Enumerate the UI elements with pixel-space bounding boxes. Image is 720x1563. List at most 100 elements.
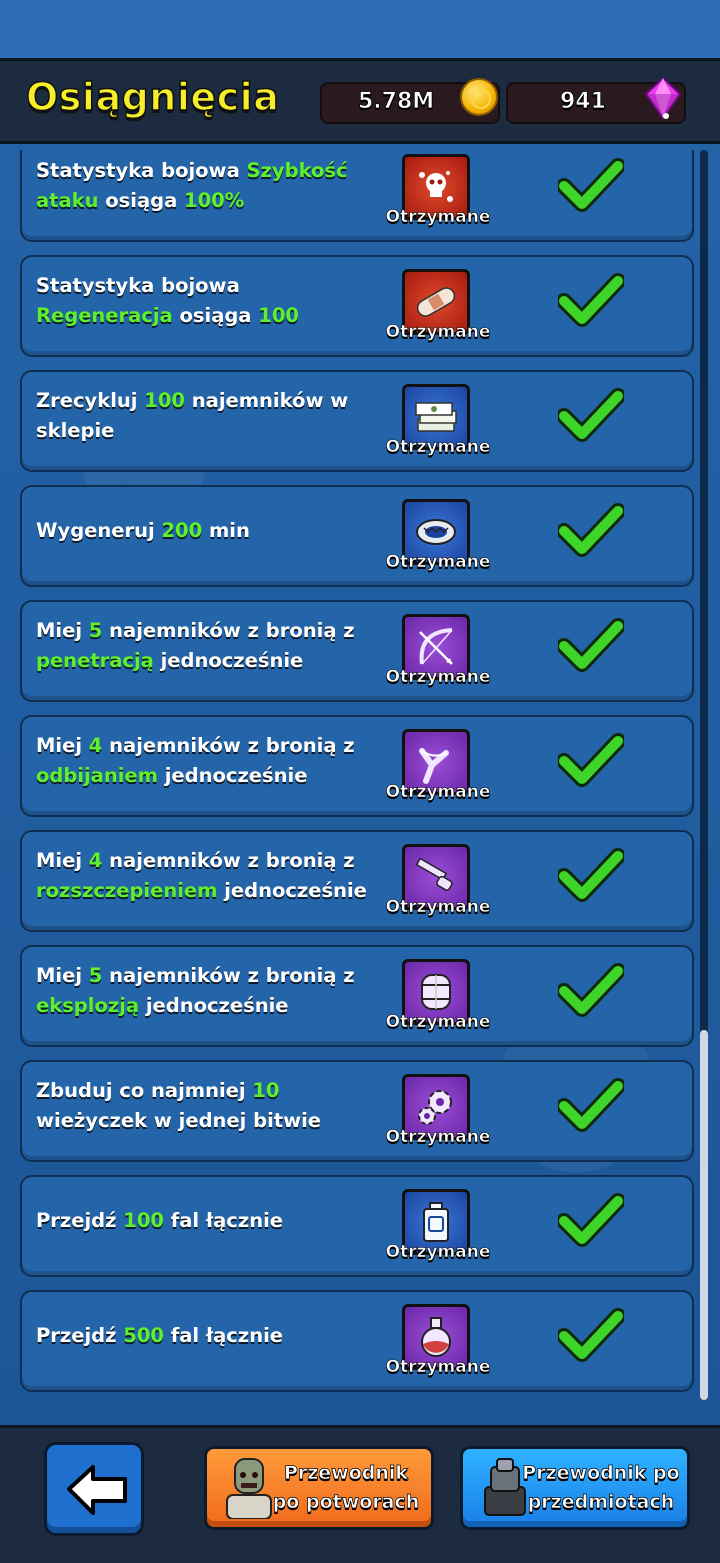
achievement-row[interactable]: Miej 4 najemników z bronią z rozszczepie… (20, 830, 694, 932)
highlight-text: 100% (184, 189, 245, 212)
description-text: najemników z bronią z (102, 849, 355, 872)
status-label: Otrzymane (385, 322, 491, 343)
status-label: Otrzymane (385, 1242, 491, 1263)
description-text: jednocześnie (139, 994, 289, 1017)
status-label: Otrzymane (385, 1127, 491, 1148)
description-text: Miej (36, 619, 89, 642)
description-text: fal łącznie (163, 1324, 283, 1347)
achievement-row[interactable]: Statystyka bojowa Szybkość ataku osiąga … (20, 150, 694, 242)
highlight-text: 4 (88, 849, 103, 872)
checkmark-icon (556, 731, 626, 787)
achievement-description: Przejdź 500 fal łącznie (36, 1321, 376, 1351)
status-label: Otrzymane (385, 437, 491, 458)
achievement-list[interactable]: Statystyka bojowa Szybkość ataku osiąga … (20, 150, 696, 1400)
status-label: Otrzymane (385, 667, 491, 688)
achievement-description: Statystyka bojowa Szybkość ataku osiąga … (36, 156, 376, 216)
achievement-row[interactable]: Miej 4 najemników z bronią z odbijaniem … (20, 715, 694, 817)
achievement-description: Zbuduj co najmniej 10 wieżyczek w jednej… (36, 1076, 376, 1136)
checkmark-icon (556, 1076, 626, 1132)
highlight-text: Regeneracja (36, 304, 173, 327)
description-text: Miej (36, 964, 89, 987)
description-text: Zrecykluj (36, 389, 145, 412)
checkmark-icon (556, 1191, 626, 1247)
highlight-text: eksplozją (36, 994, 140, 1017)
back-button[interactable] (44, 1442, 144, 1536)
checkmark-icon (556, 386, 626, 442)
description-text: Statystyka bojowa (36, 274, 240, 297)
description-text: fal łącznie (163, 1209, 283, 1232)
highlight-text: odbijaniem (36, 764, 158, 787)
highlight-text: 5 (88, 964, 103, 987)
header-bar: Osiągnięcia 5.78M 941 (0, 58, 720, 144)
status-label: Otrzymane (385, 897, 491, 918)
description-text: najemników z bronią z (102, 619, 355, 642)
highlight-text: 100 (123, 1209, 164, 1232)
achievement-description: Miej 4 najemników z bronią z rozszczepie… (36, 846, 376, 906)
highlight-text: penetracją (36, 649, 154, 672)
highlight-text: 500 (123, 1324, 164, 1347)
achievement-description: Przejdź 100 fal łącznie (36, 1206, 376, 1236)
achievement-description: Zrecykluj 100 najemników w sklepie (36, 386, 376, 446)
description-text: Statystyka bojowa (36, 159, 247, 182)
status-label: Otrzymane (385, 1357, 491, 1378)
description-text: najemników z bronią z (102, 964, 355, 987)
achievement-description: Miej 4 najemników z bronią z odbijaniem … (36, 731, 376, 791)
coin-icon (460, 78, 498, 116)
achievement-row[interactable]: Miej 5 najemników z bronią z penetracją … (20, 600, 694, 702)
description-text: Miej (36, 849, 89, 872)
achievement-row[interactable]: Statystyka bojowa Regeneracja osiąga 100… (20, 255, 694, 357)
description-text: Zbuduj co najmniej (36, 1079, 253, 1102)
description-text: jednocześnie (157, 764, 308, 787)
description-text: osiąga (172, 304, 259, 327)
status-label: Otrzymane (385, 1012, 491, 1033)
checkmark-icon (556, 156, 626, 212)
description-text: Przejdź (36, 1209, 124, 1232)
checkmark-icon (556, 1306, 626, 1362)
highlight-text: 10 (252, 1079, 280, 1102)
achievement-row[interactable]: Wygeneruj 200 min Otrzymane (20, 485, 694, 587)
page-title: Osiągnięcia (25, 74, 280, 120)
description-text: min (202, 519, 250, 542)
highlight-text: 100 (144, 389, 185, 412)
checkmark-icon (556, 501, 626, 557)
checkmark-icon (556, 616, 626, 672)
monster-guide-button[interactable]: Przewodnik po potworach (204, 1446, 434, 1530)
status-label: Otrzymane (385, 552, 491, 573)
gem-amount: 941 (560, 89, 607, 115)
highlight-text: 100 (258, 304, 299, 327)
item-guide-label: Przewodnik po przedmiotach (522, 1462, 680, 1514)
description-text: Przejdź (36, 1324, 124, 1347)
achievement-row[interactable]: Miej 5 najemników z bronią z eksplozją j… (20, 945, 694, 1047)
achievement-row[interactable]: Zrecykluj 100 najemników w sklepie Otrzym… (20, 370, 694, 472)
highlight-text: rozszczepieniem (36, 879, 218, 902)
description-text: jednocześnie (217, 879, 367, 902)
description-text: najemników z bronią z (102, 734, 355, 757)
achievement-description: Statystyka bojowa Regeneracja osiąga 100 (36, 271, 376, 331)
top-strip (0, 0, 720, 58)
highlight-text: 200 (161, 519, 203, 542)
achievement-description: Miej 5 najemników z bronią z penetracją … (36, 616, 376, 676)
achievement-row[interactable]: Przejdź 500 fal łącznie Otrzymane (20, 1290, 694, 1392)
checkmark-icon (556, 961, 626, 1017)
highlight-text: 4 (88, 734, 103, 757)
coin-amount: 5.78M (358, 89, 435, 115)
description-text: wieżyczek w jednej bitwie (36, 1109, 322, 1132)
gem-icon (644, 76, 682, 120)
item-guide-button[interactable]: Przewodnik po przedmiotach (460, 1446, 690, 1530)
achievement-description: Miej 5 najemników z bronią z eksplozją j… (36, 961, 376, 1021)
status-label: Otrzymane (385, 782, 491, 803)
description-text: jednocześnie (153, 649, 304, 672)
zombie-icon (226, 1458, 272, 1519)
achievement-description: Wygeneruj 200 min (36, 516, 376, 546)
back-arrow-icon (67, 1465, 127, 1515)
achievement-row[interactable]: Zbuduj co najmniej 10 wieżyczek w jednej… (20, 1060, 694, 1162)
status-label: Otrzymane (385, 207, 491, 228)
highlight-text: 5 (88, 619, 103, 642)
checkmark-icon (556, 846, 626, 902)
achievement-row[interactable]: Przejdź 100 fal łącznie Otrzymane (20, 1175, 694, 1277)
description-text: osiąga (98, 189, 185, 212)
description-text: Miej (36, 734, 89, 757)
description-text: Wygeneruj (36, 519, 162, 542)
scrollbar-thumb[interactable] (700, 1030, 708, 1400)
monster-guide-label: Przewodnik po potworach (272, 1462, 420, 1514)
